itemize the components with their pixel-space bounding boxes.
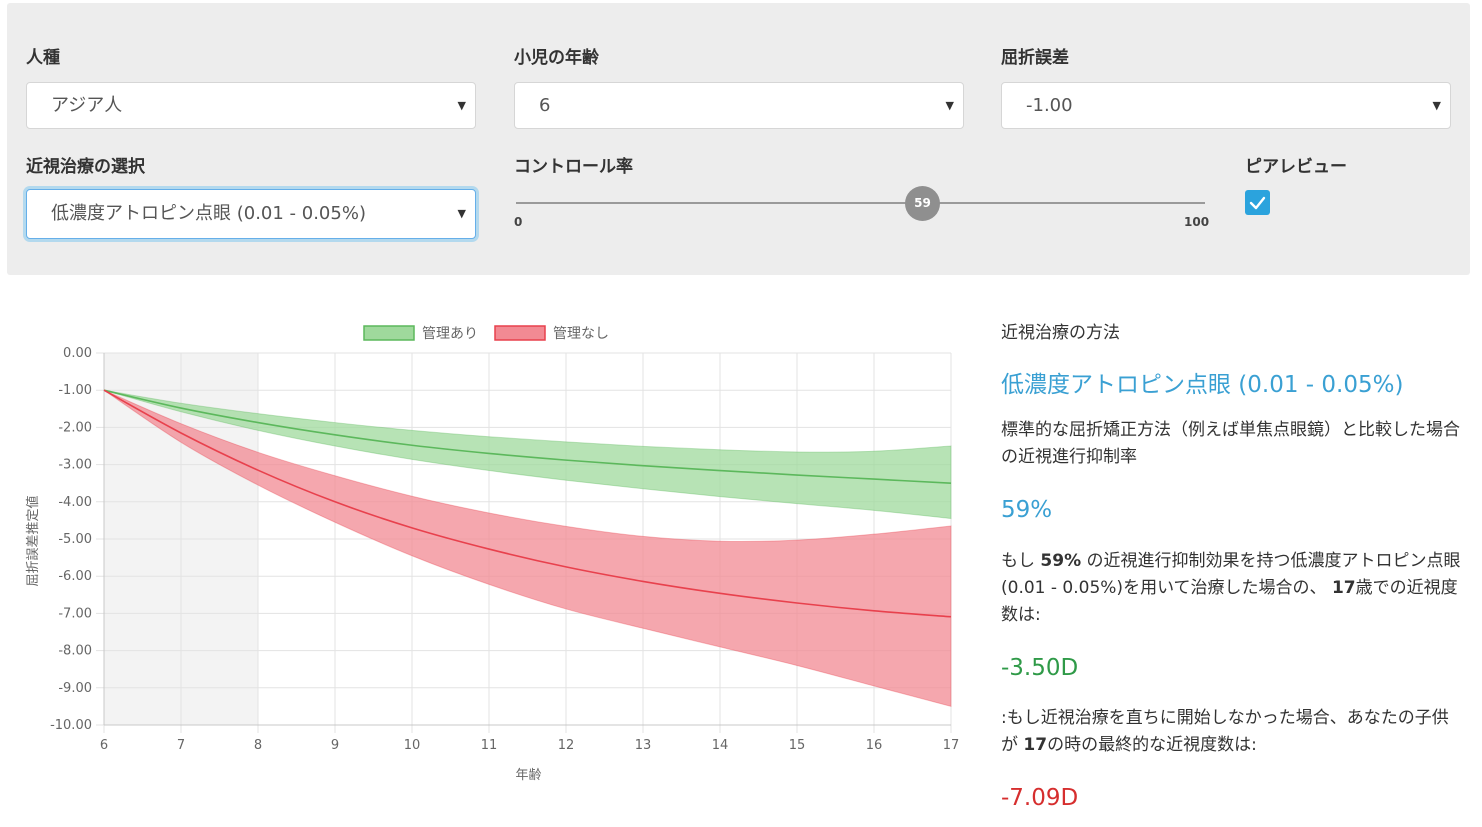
y-tick-label: -4.00 [58, 495, 92, 510]
p1-rate: 59% [1040, 551, 1082, 571]
p2-c: の時の最終的な近視度数は: [1047, 735, 1257, 755]
x-tick-label: 11 [481, 738, 498, 753]
y-axis-label: 屈折誤差推定値 [25, 495, 41, 586]
x-tick-label: 9 [331, 738, 339, 753]
legend-label: 管理あり [422, 326, 478, 342]
method-name: 低濃度アトロピン点眼 (0.01 - 0.05%) [1001, 372, 1404, 398]
slider-min-label: 0 [514, 215, 523, 229]
x-axis-ticks: 6 7 8 9 10 11 12 13 14 15 16 17 [100, 738, 959, 753]
x-tick-label: 16 [866, 738, 883, 753]
y-tick-label: -6.00 [58, 569, 92, 584]
peer-review-checkbox[interactable] [1245, 190, 1270, 215]
control-rate-slider-handle[interactable]: 59 [905, 186, 940, 221]
y-tick-label: -9.00 [58, 681, 92, 696]
p1-age: 17 [1331, 578, 1356, 598]
dropdown-caret-icon: ▼ [457, 207, 466, 220]
control-rate-label: コントロール率 [514, 157, 633, 177]
refraction-chart: 0.00 -1.00 -2.00 -3.00 -4.00 -5.00 -6.00 -7.00 -… [25, 325, 959, 783]
result-without-treatment: -7.09D [1001, 785, 1079, 811]
dropdown-caret-icon: ▼ [457, 99, 466, 112]
result-with-treatment: -3.50D [1001, 655, 1079, 681]
y-tick-label: -3.00 [58, 458, 92, 473]
x-tick-label: 14 [712, 738, 729, 753]
x-tick-label: 13 [635, 738, 652, 753]
slider-max-label: 100 [1184, 215, 1210, 229]
control-rate-value: 59% [1001, 497, 1053, 523]
y-tick-label: -8.00 [58, 644, 92, 659]
refraction-label: 屈折誤差 [1001, 48, 1069, 68]
method-description: 標準的な屈折矯正方法（例えば単焦点眼鏡）と比較した場合の近視進行抑制率 [1001, 420, 1460, 467]
x-tick-label: 7 [177, 738, 185, 753]
dropdown-caret-icon: ▼ [1432, 99, 1441, 112]
y-axis-ticks: 0.00 -1.00 -2.00 -3.00 -4.00 -5.00 -6.00 -7.00 -… [50, 346, 92, 733]
legend-label: 管理なし [553, 326, 609, 342]
age-value: 6 [539, 95, 551, 116]
x-tick-label: 15 [789, 738, 806, 753]
treatment-select[interactable]: 低濃度アトロピン点眼 (0.01 - 0.05%) ▼ [26, 189, 476, 239]
y-tick-label: -10.00 [50, 718, 92, 733]
y-tick-label: -1.00 [58, 383, 92, 398]
checkmark-icon [1249, 196, 1266, 210]
control-rate-slider-track[interactable] [516, 202, 1205, 204]
x-tick-label: 17 [943, 738, 960, 753]
age-select[interactable]: 6 ▼ [514, 82, 964, 129]
with-treatment-text: もし 59% の近視進行抑制効果を持つ低濃度アトロピン点眼 (0.01 - 0.… [1001, 548, 1461, 629]
refraction-value: -1.00 [1026, 95, 1073, 116]
x-axis-label: 年齢 [515, 768, 541, 783]
dropdown-caret-icon: ▼ [945, 99, 954, 112]
p2-age: 17 [1023, 735, 1048, 755]
legend-swatch [363, 325, 415, 341]
race-value: アジア人 [51, 95, 123, 116]
treatment-value: 低濃度アトロピン点眼 (0.01 - 0.05%) [51, 203, 366, 224]
method-heading: 近視治療の方法 [1001, 323, 1120, 343]
legend-swatch [494, 325, 546, 341]
refraction-select[interactable]: -1.00 ▼ [1001, 82, 1451, 129]
x-tick-label: 6 [100, 738, 108, 753]
y-tick-label: -7.00 [58, 606, 92, 621]
x-tick-label: 10 [404, 738, 421, 753]
without-treatment-text: :もし近視治療を直ちに開始しなかった場合、あなたの子供が 17の時の最終的な近視… [1001, 705, 1461, 759]
race-select[interactable]: アジア人 ▼ [26, 82, 476, 129]
x-tick-label: 8 [254, 738, 262, 753]
chart-legend: 管理あり 管理なし [363, 325, 609, 342]
race-label: 人種 [26, 48, 60, 68]
p1-a: もし [1001, 551, 1041, 571]
y-tick-label: -2.00 [58, 420, 92, 435]
y-tick-label: -5.00 [58, 532, 92, 547]
x-tick-label: 12 [558, 738, 575, 753]
treatment-label: 近視治療の選択 [26, 157, 145, 177]
y-tick-label: 0.00 [63, 346, 92, 361]
age-label: 小児の年齢 [514, 48, 599, 68]
peer-review-label: ピアレビュー [1245, 157, 1347, 177]
